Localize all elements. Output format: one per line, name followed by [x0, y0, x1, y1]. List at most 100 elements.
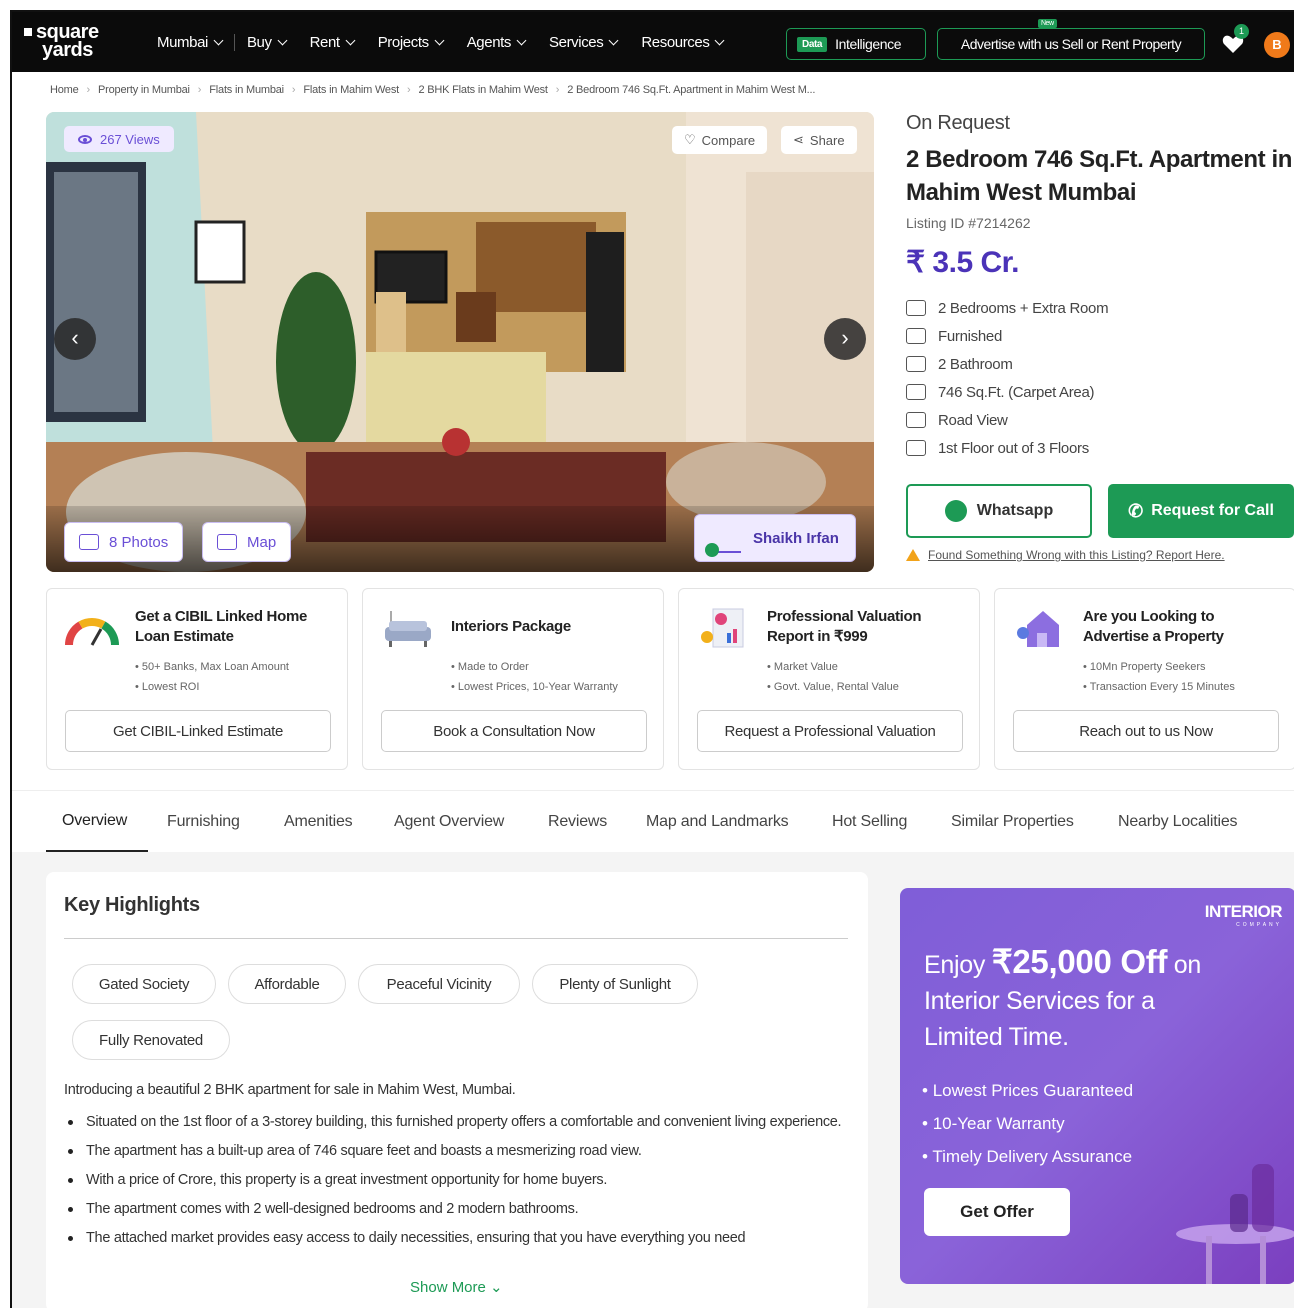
breadcrumb-item[interactable]: 2 BHK Flats in Mahim West ›	[418, 84, 559, 96]
tab-label: Furnishing	[167, 813, 240, 830]
gauge-icon	[65, 618, 119, 646]
report-link[interactable]: Found Something Wrong with this Listing?…	[906, 548, 1225, 562]
tab-reviews[interactable]: Reviews	[548, 791, 607, 853]
tab-label: Overview	[62, 811, 128, 829]
data-intelligence-button[interactable]: Data Intelligence	[786, 28, 926, 60]
nav-agents[interactable]: Agents	[455, 34, 537, 51]
agent-button[interactable]: Shaikh Irfan	[694, 514, 856, 562]
photos-label: 8 Photos	[109, 533, 169, 551]
show-more-button[interactable]: Show More ⌄	[410, 1278, 503, 1296]
highlight-chip: Peaceful Vicinity	[358, 964, 520, 1004]
feature-area: 746 Sq.Ft. (Carpet Area)	[906, 378, 1294, 406]
tab-agent-overview[interactable]: Agent Overview	[394, 791, 504, 853]
nav-label: Agents	[466, 33, 512, 51]
service-card-title: Professional Valuation Report in ₹999	[767, 608, 922, 645]
section-tabs: Overview Furnishing Amenities Agent Over…	[12, 790, 1294, 853]
tab-hot-selling[interactable]: Hot Selling	[832, 791, 907, 853]
logo[interactable]: square yards	[24, 22, 120, 62]
nav-projects[interactable]: Projects	[366, 34, 455, 51]
feature-bedrooms: 2 Bedrooms + Extra Room	[906, 294, 1294, 322]
chevron-right-icon: ›	[841, 325, 849, 350]
service-card-cibil: Get a CIBIL Linked Home Loan Estimate 50…	[46, 588, 348, 770]
chevron-right-icon: ›	[86, 84, 91, 96]
nav-menu: Mumbai Buy Rent Projects Agents Services…	[145, 12, 735, 72]
service-card-bullet: Lowest Prices, 10-Year Warranty	[451, 677, 618, 697]
report-chart-icon	[701, 608, 744, 648]
house-megaphone-icon	[1017, 611, 1059, 647]
feature-view: Road View	[906, 406, 1294, 434]
listing-id: Listing ID #7214262	[906, 215, 1031, 231]
chevron-down-icon	[434, 35, 445, 45]
interior-promo-banner[interactable]: INTERIOR COMPANY Enjoy ₹25,000 Off on Int…	[900, 888, 1294, 1284]
cibil-estimate-button[interactable]: Get CIBIL-Linked Estimate	[65, 710, 331, 752]
agent-logo-icon	[705, 523, 741, 557]
nav-buy[interactable]: Buy	[233, 33, 298, 51]
avatar[interactable]: B	[1264, 32, 1290, 58]
top-navbar: square yards Mumbai Buy Rent Projects Ag…	[12, 12, 1294, 72]
share-button[interactable]: ⋖ Share	[781, 126, 857, 154]
nav-mumbai[interactable]: Mumbai	[145, 34, 234, 51]
share-icon: ⋖	[793, 132, 804, 147]
property-photo	[46, 112, 874, 572]
request-call-button[interactable]: ✆ Request for Call	[1108, 484, 1294, 538]
tab-amenities[interactable]: Amenities	[284, 791, 353, 853]
chevron-left-icon: ‹	[71, 325, 79, 350]
promo-point: Lowest Prices Guaranteed	[922, 1074, 1133, 1107]
tab-label: Similar Properties	[951, 813, 1074, 830]
service-card-title: Get a CIBIL Linked Home Loan Estimate	[135, 608, 308, 645]
chevron-down-icon: ⌄	[490, 1279, 503, 1296]
chevron-right-icon: ›	[407, 84, 411, 96]
breadcrumb-current: 2 Bedroom 746 Sq.Ft. Apartment in Mahim …	[567, 84, 815, 96]
request-call-label: Request for Call	[1151, 502, 1274, 519]
data-intelligence-label: Intelligence	[835, 36, 902, 52]
highlight-chip: Fully Renovated	[72, 1020, 230, 1060]
tab-map-landmarks[interactable]: Map and Landmarks	[646, 791, 789, 853]
description-bullet: With a price of Crore, this property is …	[64, 1166, 854, 1195]
nav-rent[interactable]: Rent	[298, 34, 366, 51]
area-icon	[906, 384, 926, 400]
nav-resources[interactable]: Resources	[629, 34, 735, 51]
promo-point: 10-Year Warranty	[922, 1107, 1133, 1140]
share-label: Share	[809, 132, 845, 148]
nav-services[interactable]: Services	[537, 34, 629, 51]
brand-sub: COMPANY	[1236, 922, 1282, 928]
eye-icon	[78, 134, 92, 144]
service-card-bullet: Lowest ROI	[135, 677, 289, 697]
photo-gallery[interactable]: 267 Views ♡ Compare ⋖ Share ‹ › 8 Photos M…	[46, 112, 874, 572]
page: square yards Mumbai Buy Rent Projects Ag…	[10, 10, 1294, 1308]
description-bullet: The attached market provides easy access…	[64, 1224, 854, 1253]
breadcrumb-item[interactable]: Home ›	[50, 84, 90, 96]
data-tag: Data	[797, 36, 828, 52]
highlight-chip: Plenty of Sunlight	[532, 964, 698, 1004]
service-card-advertise: Are you Looking to Advertise a Property …	[994, 588, 1294, 770]
whatsapp-label: Whatsapp	[976, 502, 1054, 519]
tab-nearby-localities[interactable]: Nearby Localities	[1118, 791, 1238, 853]
chevron-right-icon: ›	[555, 84, 560, 96]
service-card-bullet: 10Mn Property Seekers	[1083, 657, 1235, 677]
nav-label: Resources	[641, 33, 710, 51]
favorites-button[interactable]: 1	[1222, 24, 1249, 54]
breadcrumb-item[interactable]: Flats in Mahim West ›	[303, 84, 410, 96]
map-button[interactable]: Map	[202, 522, 292, 562]
compare-button[interactable]: ♡ Compare	[672, 126, 768, 154]
tab-overview[interactable]: Overview	[46, 791, 148, 853]
gallery-next-button[interactable]: ›	[824, 318, 866, 360]
views-count: 267 Views	[100, 131, 160, 147]
tab-similar-properties[interactable]: Similar Properties	[951, 791, 1074, 853]
breadcrumb-label: 2 Bedroom 746 Sq.Ft. Apartment in Mahim …	[567, 84, 816, 96]
reach-out-button[interactable]: Reach out to us Now	[1013, 710, 1279, 752]
breadcrumb-item[interactable]: Property in Mumbai ›	[98, 84, 201, 96]
service-card-bullets: Market ValueGovt. Value, Rental Value	[767, 657, 899, 697]
photos-button[interactable]: 8 Photos	[64, 522, 184, 562]
breadcrumb-label: Home	[50, 84, 79, 96]
book-consultation-button[interactable]: Book a Consultation Now	[381, 710, 647, 752]
gallery-prev-button[interactable]: ‹	[54, 318, 96, 360]
advertise-button[interactable]: New Advertise with us Sell or Rent Prope…	[937, 19, 1205, 60]
feature-bathrooms: 2 Bathroom	[906, 350, 1294, 378]
get-offer-button[interactable]: Get Offer	[924, 1188, 1070, 1236]
request-valuation-button[interactable]: Request a Professional Valuation	[697, 710, 963, 752]
breadcrumb-label: Flats in Mahim West	[303, 84, 400, 96]
tab-furnishing[interactable]: Furnishing	[167, 791, 240, 853]
breadcrumb-item[interactable]: Flats in Mumbai ›	[209, 84, 295, 96]
whatsapp-button[interactable]: Whatsapp	[906, 484, 1092, 538]
